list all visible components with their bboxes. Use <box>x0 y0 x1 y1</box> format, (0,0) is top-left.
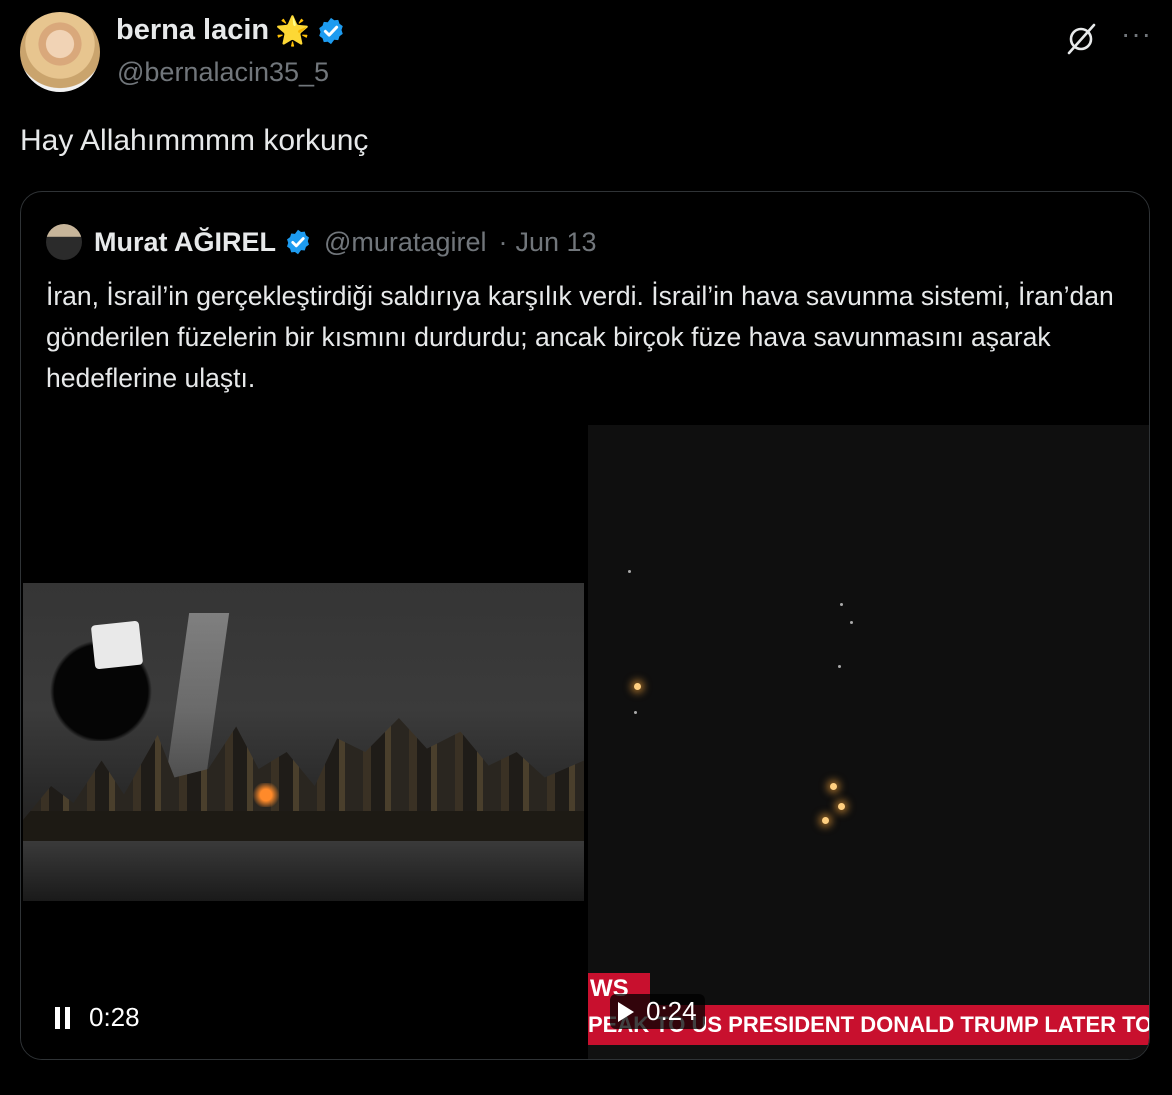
missile-flare <box>822 817 829 824</box>
quoted-post[interactable]: Murat AĞIREL @muratagirel · Jun 13 İran,… <box>20 191 1150 1060</box>
quoted-author-name[interactable]: Murat AĞIREL <box>94 227 276 258</box>
ticker-bottom-bar <box>588 1045 1149 1059</box>
drone-highlight <box>90 620 144 670</box>
sun-emoji: 🌟 <box>275 14 310 46</box>
author-handle[interactable]: @bernalacin35_5 <box>117 57 329 88</box>
sky-speck <box>634 711 637 714</box>
verified-badge-icon <box>287 229 309 255</box>
right-video-container[interactable]: WS PEAK TO US PRESIDENT DONALD TRUMP LAT… <box>588 425 1149 1059</box>
date-separator: · <box>498 226 508 257</box>
author-name-row: berna lacin 🌟 <box>116 14 346 47</box>
left-video-container[interactable] <box>21 583 584 1059</box>
sky-speck <box>838 665 841 668</box>
post-header: berna lacin 🌟 @bernalacin35_5 ··· <box>20 12 1152 94</box>
verified-badge-icon <box>319 17 343 44</box>
sky-speck <box>628 570 631 573</box>
grok-icon[interactable] <box>1064 22 1098 56</box>
play-icon[interactable] <box>618 1001 634 1022</box>
left-video-controls: 0:28 <box>55 1002 140 1033</box>
quoted-post-date[interactable]: Jun 13 <box>515 227 596 258</box>
pause-icon[interactable] <box>55 1006 75 1029</box>
missile-flare <box>830 783 837 790</box>
missile-flare <box>838 803 845 810</box>
sky-speck <box>850 621 853 624</box>
quoted-post-text: İran, İsrail’in gerçekleştirdiği saldırı… <box>46 281 1114 393</box>
left-video-time: 0:28 <box>89 1002 140 1032</box>
author-name[interactable]: berna lacin <box>116 14 269 47</box>
author-avatar[interactable] <box>20 12 100 92</box>
railing <box>23 841 584 901</box>
quoted-author-avatar[interactable] <box>46 224 82 260</box>
quoted-author-handle[interactable]: @muratagirel <box>324 227 486 258</box>
more-options-icon[interactable]: ··· <box>1121 18 1152 50</box>
sky-speck <box>840 603 843 606</box>
right-video-time: 0:24 <box>646 996 697 1026</box>
missile-flare <box>634 683 641 690</box>
fire-glow <box>251 783 281 807</box>
left-video-frame[interactable] <box>23 583 584 901</box>
post-text: Hay Allahımmmm korkunç <box>20 124 369 157</box>
right-video-controls: 0:24 <box>610 994 705 1029</box>
quoted-post-header: Murat AĞIREL @muratagirel · Jun 13 <box>46 222 597 262</box>
